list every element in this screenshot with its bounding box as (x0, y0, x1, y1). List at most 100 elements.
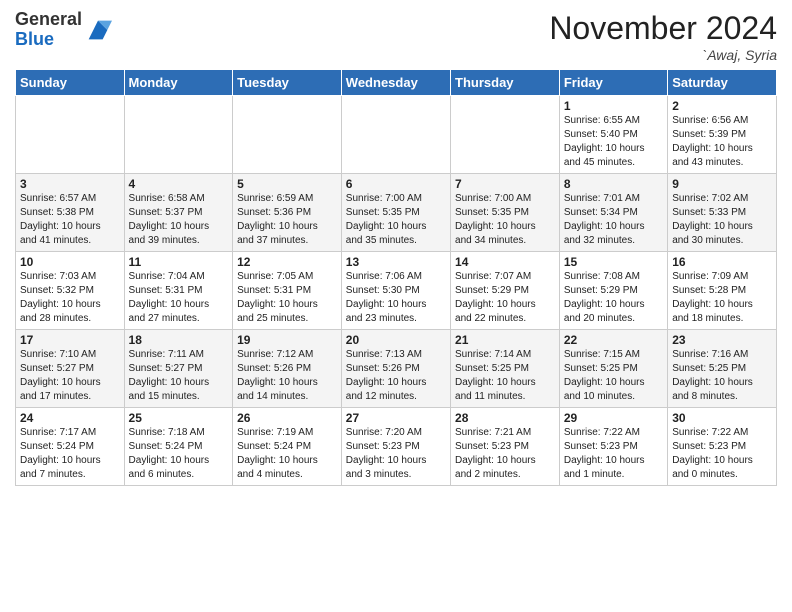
calendar-cell: 21Sunrise: 7:14 AM Sunset: 5:25 PM Dayli… (451, 330, 560, 408)
calendar-week-row: 17Sunrise: 7:10 AM Sunset: 5:27 PM Dayli… (16, 330, 777, 408)
day-number: 14 (455, 255, 555, 269)
weekday-header-row: SundayMondayTuesdayWednesdayThursdayFrid… (16, 70, 777, 96)
weekday-header: Thursday (451, 70, 560, 96)
day-info: Sunrise: 7:00 AM Sunset: 5:35 PM Dayligh… (455, 192, 555, 248)
day-info: Sunrise: 7:11 AM Sunset: 5:27 PM Dayligh… (129, 348, 229, 404)
calendar-week-row: 1Sunrise: 6:55 AM Sunset: 5:40 PM Daylig… (16, 96, 777, 174)
logo-icon (84, 16, 112, 44)
day-number: 8 (564, 177, 663, 191)
day-number: 13 (346, 255, 446, 269)
calendar-cell: 9Sunrise: 7:02 AM Sunset: 5:33 PM Daylig… (668, 174, 777, 252)
day-number: 21 (455, 333, 555, 347)
calendar-cell: 8Sunrise: 7:01 AM Sunset: 5:34 PM Daylig… (559, 174, 667, 252)
calendar-cell: 19Sunrise: 7:12 AM Sunset: 5:26 PM Dayli… (233, 330, 342, 408)
day-number: 1 (564, 99, 663, 113)
weekday-header: Tuesday (233, 70, 342, 96)
day-info: Sunrise: 7:04 AM Sunset: 5:31 PM Dayligh… (129, 270, 229, 326)
day-number: 25 (129, 411, 229, 425)
weekday-header: Saturday (668, 70, 777, 96)
day-number: 7 (455, 177, 555, 191)
calendar-cell: 30Sunrise: 7:22 AM Sunset: 5:23 PM Dayli… (668, 408, 777, 486)
day-number: 6 (346, 177, 446, 191)
calendar-cell: 1Sunrise: 6:55 AM Sunset: 5:40 PM Daylig… (559, 96, 667, 174)
day-info: Sunrise: 6:58 AM Sunset: 5:37 PM Dayligh… (129, 192, 229, 248)
day-info: Sunrise: 7:06 AM Sunset: 5:30 PM Dayligh… (346, 270, 446, 326)
day-info: Sunrise: 7:22 AM Sunset: 5:23 PM Dayligh… (672, 426, 772, 482)
calendar-cell: 20Sunrise: 7:13 AM Sunset: 5:26 PM Dayli… (341, 330, 450, 408)
calendar-cell: 18Sunrise: 7:11 AM Sunset: 5:27 PM Dayli… (124, 330, 233, 408)
calendar-cell: 6Sunrise: 7:00 AM Sunset: 5:35 PM Daylig… (341, 174, 450, 252)
day-info: Sunrise: 7:17 AM Sunset: 5:24 PM Dayligh… (20, 426, 120, 482)
day-number: 23 (672, 333, 772, 347)
calendar-cell: 12Sunrise: 7:05 AM Sunset: 5:31 PM Dayli… (233, 252, 342, 330)
calendar-cell: 26Sunrise: 7:19 AM Sunset: 5:24 PM Dayli… (233, 408, 342, 486)
day-number: 10 (20, 255, 120, 269)
calendar-cell (16, 96, 125, 174)
calendar-table: SundayMondayTuesdayWednesdayThursdayFrid… (15, 69, 777, 486)
day-info: Sunrise: 7:09 AM Sunset: 5:28 PM Dayligh… (672, 270, 772, 326)
day-info: Sunrise: 7:14 AM Sunset: 5:25 PM Dayligh… (455, 348, 555, 404)
calendar-cell: 27Sunrise: 7:20 AM Sunset: 5:23 PM Dayli… (341, 408, 450, 486)
day-number: 5 (237, 177, 337, 191)
day-number: 9 (672, 177, 772, 191)
day-info: Sunrise: 7:20 AM Sunset: 5:23 PM Dayligh… (346, 426, 446, 482)
day-number: 27 (346, 411, 446, 425)
day-info: Sunrise: 7:13 AM Sunset: 5:26 PM Dayligh… (346, 348, 446, 404)
calendar-cell: 10Sunrise: 7:03 AM Sunset: 5:32 PM Dayli… (16, 252, 125, 330)
day-info: Sunrise: 6:57 AM Sunset: 5:38 PM Dayligh… (20, 192, 120, 248)
calendar-cell: 13Sunrise: 7:06 AM Sunset: 5:30 PM Dayli… (341, 252, 450, 330)
calendar-cell: 7Sunrise: 7:00 AM Sunset: 5:35 PM Daylig… (451, 174, 560, 252)
title-section: November 2024 `Awaj, Syria (549, 10, 777, 63)
day-info: Sunrise: 7:02 AM Sunset: 5:33 PM Dayligh… (672, 192, 772, 248)
calendar-week-row: 24Sunrise: 7:17 AM Sunset: 5:24 PM Dayli… (16, 408, 777, 486)
calendar-cell: 15Sunrise: 7:08 AM Sunset: 5:29 PM Dayli… (559, 252, 667, 330)
day-number: 30 (672, 411, 772, 425)
calendar-cell: 25Sunrise: 7:18 AM Sunset: 5:24 PM Dayli… (124, 408, 233, 486)
calendar-cell: 16Sunrise: 7:09 AM Sunset: 5:28 PM Dayli… (668, 252, 777, 330)
day-info: Sunrise: 7:12 AM Sunset: 5:26 PM Dayligh… (237, 348, 337, 404)
day-number: 12 (237, 255, 337, 269)
calendar-cell: 22Sunrise: 7:15 AM Sunset: 5:25 PM Dayli… (559, 330, 667, 408)
calendar-cell: 17Sunrise: 7:10 AM Sunset: 5:27 PM Dayli… (16, 330, 125, 408)
day-number: 29 (564, 411, 663, 425)
calendar-cell (233, 96, 342, 174)
calendar-cell (124, 96, 233, 174)
month-title: November 2024 (549, 10, 777, 47)
day-info: Sunrise: 7:10 AM Sunset: 5:27 PM Dayligh… (20, 348, 120, 404)
day-info: Sunrise: 7:01 AM Sunset: 5:34 PM Dayligh… (564, 192, 663, 248)
day-number: 20 (346, 333, 446, 347)
day-info: Sunrise: 7:15 AM Sunset: 5:25 PM Dayligh… (564, 348, 663, 404)
day-number: 17 (20, 333, 120, 347)
day-number: 2 (672, 99, 772, 113)
weekday-header: Monday (124, 70, 233, 96)
day-info: Sunrise: 7:03 AM Sunset: 5:32 PM Dayligh… (20, 270, 120, 326)
logo-text: General Blue (15, 10, 82, 50)
day-number: 22 (564, 333, 663, 347)
day-info: Sunrise: 7:07 AM Sunset: 5:29 PM Dayligh… (455, 270, 555, 326)
calendar-cell: 5Sunrise: 6:59 AM Sunset: 5:36 PM Daylig… (233, 174, 342, 252)
calendar-cell: 3Sunrise: 6:57 AM Sunset: 5:38 PM Daylig… (16, 174, 125, 252)
calendar-cell: 24Sunrise: 7:17 AM Sunset: 5:24 PM Dayli… (16, 408, 125, 486)
day-number: 24 (20, 411, 120, 425)
day-info: Sunrise: 7:19 AM Sunset: 5:24 PM Dayligh… (237, 426, 337, 482)
day-number: 3 (20, 177, 120, 191)
calendar-cell (451, 96, 560, 174)
page-header: General Blue November 2024 `Awaj, Syria (15, 10, 777, 63)
day-info: Sunrise: 7:08 AM Sunset: 5:29 PM Dayligh… (564, 270, 663, 326)
day-info: Sunrise: 6:55 AM Sunset: 5:40 PM Dayligh… (564, 114, 663, 170)
day-number: 16 (672, 255, 772, 269)
day-number: 28 (455, 411, 555, 425)
calendar-cell: 4Sunrise: 6:58 AM Sunset: 5:37 PM Daylig… (124, 174, 233, 252)
weekday-header: Friday (559, 70, 667, 96)
day-info: Sunrise: 7:05 AM Sunset: 5:31 PM Dayligh… (237, 270, 337, 326)
calendar-cell: 23Sunrise: 7:16 AM Sunset: 5:25 PM Dayli… (668, 330, 777, 408)
day-info: Sunrise: 7:21 AM Sunset: 5:23 PM Dayligh… (455, 426, 555, 482)
day-number: 15 (564, 255, 663, 269)
calendar-cell: 11Sunrise: 7:04 AM Sunset: 5:31 PM Dayli… (124, 252, 233, 330)
weekday-header: Sunday (16, 70, 125, 96)
calendar-cell: 2Sunrise: 6:56 AM Sunset: 5:39 PM Daylig… (668, 96, 777, 174)
calendar-cell (341, 96, 450, 174)
weekday-header: Wednesday (341, 70, 450, 96)
day-info: Sunrise: 7:16 AM Sunset: 5:25 PM Dayligh… (672, 348, 772, 404)
day-number: 11 (129, 255, 229, 269)
